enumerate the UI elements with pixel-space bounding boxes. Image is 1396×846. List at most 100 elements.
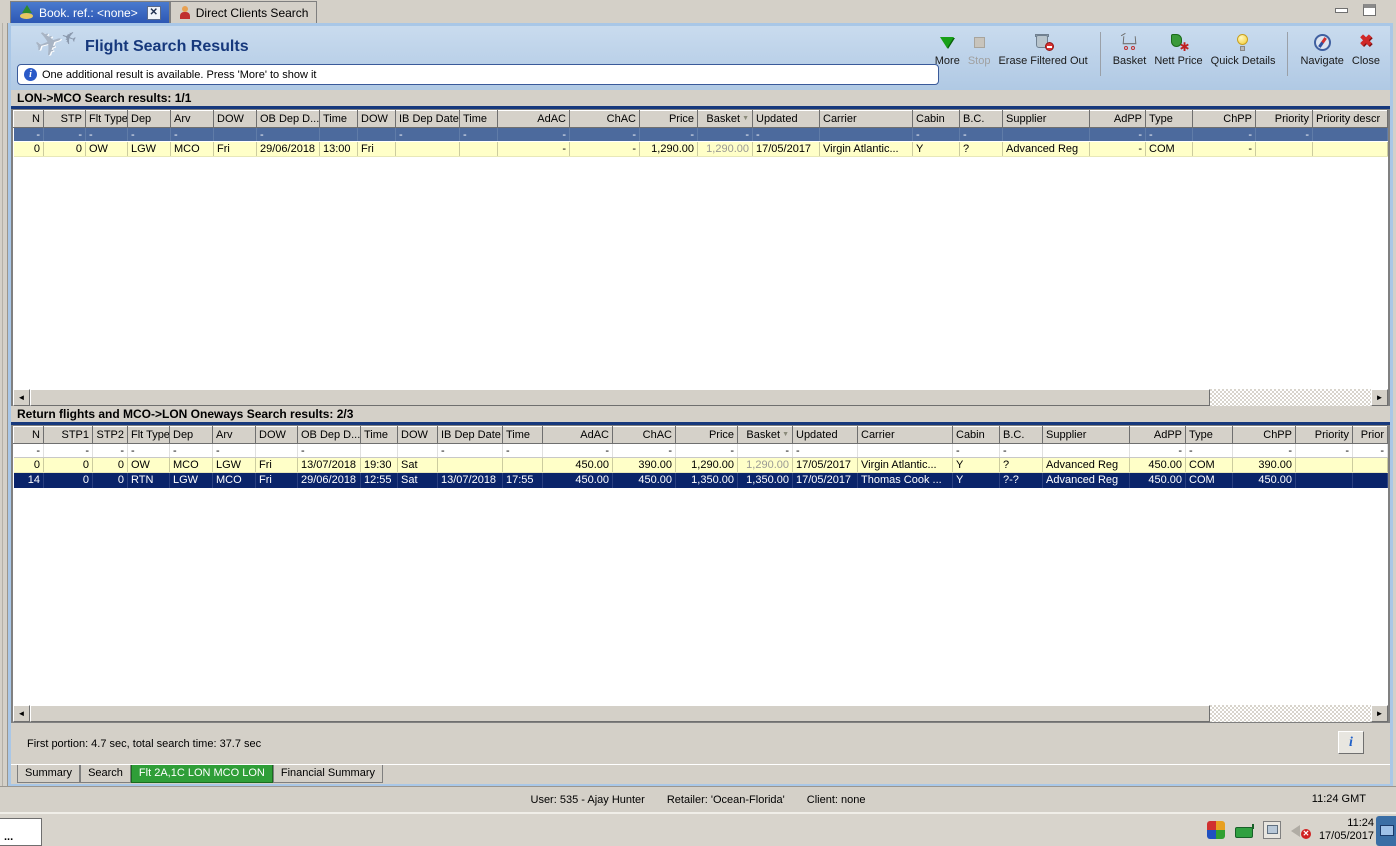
column-header-ob-dep-d-[interactable]: OB Dep D... xyxy=(297,426,361,444)
cell[interactable] xyxy=(213,127,257,142)
cell[interactable]: - xyxy=(792,443,858,458)
cell[interactable]: - xyxy=(1255,127,1313,142)
cell[interactable] xyxy=(395,141,460,157)
cell[interactable]: ? xyxy=(959,141,1003,157)
close-button[interactable]: ✖ Close xyxy=(1348,30,1384,69)
column-header-adac[interactable]: AdAC xyxy=(542,426,613,444)
column-header-stp[interactable]: STP xyxy=(43,110,86,128)
cell[interactable]: - xyxy=(999,443,1043,458)
cell[interactable]: Virgin Atlantic... xyxy=(857,457,953,473)
cell[interactable]: Thomas Cook ... xyxy=(857,472,953,488)
info-button[interactable]: i xyxy=(1338,731,1364,754)
filter-row[interactable]: --------------------- xyxy=(13,443,1388,458)
antivirus-tray-icon[interactable] xyxy=(1206,821,1225,839)
column-header-dep[interactable]: Dep xyxy=(127,110,171,128)
cell[interactable]: ? xyxy=(999,457,1043,473)
cell[interactable] xyxy=(397,443,438,458)
cell[interactable]: 19:30 xyxy=(360,457,398,473)
cell[interactable]: Fri xyxy=(357,141,396,157)
column-header-priority[interactable]: Priority xyxy=(1255,110,1313,128)
maximize-button[interactable] xyxy=(1360,3,1378,17)
taskbar-app-button[interactable]: ... xyxy=(0,818,42,846)
cell[interactable]: 450.00 xyxy=(612,472,676,488)
cell[interactable]: - xyxy=(437,443,503,458)
navigate-button[interactable]: Navigate xyxy=(1296,30,1347,69)
cell[interactable]: Advanced Reg xyxy=(1042,457,1130,473)
cell[interactable]: LGW xyxy=(169,472,213,488)
tab-flight-results-active[interactable]: Flt 2A,1C LON MCO LON xyxy=(130,765,273,783)
column-header-supplier[interactable]: Supplier xyxy=(1042,426,1130,444)
cell[interactable]: 1,290.00 xyxy=(675,457,738,473)
cell[interactable] xyxy=(360,443,398,458)
tab-financial-summary[interactable]: Financial Summary xyxy=(272,765,383,783)
cell[interactable]: 0 xyxy=(92,457,128,473)
cell[interactable] xyxy=(1312,141,1388,157)
cell[interactable] xyxy=(459,141,498,157)
cell[interactable]: 14 xyxy=(13,472,44,488)
cell[interactable]: LGW xyxy=(127,141,171,157)
cell[interactable]: 13/07/2018 xyxy=(437,472,503,488)
column-header-adac[interactable]: AdAC xyxy=(497,110,570,128)
cell[interactable]: 0 xyxy=(13,457,44,473)
cell[interactable]: 29/06/2018 xyxy=(297,472,361,488)
column-header-priority[interactable]: Priority xyxy=(1295,426,1353,444)
column-header-basket[interactable]: Basket ▼ xyxy=(737,426,793,444)
column-header-updated[interactable]: Updated xyxy=(752,110,820,128)
cell[interactable]: - xyxy=(1129,443,1186,458)
cell[interactable]: COM xyxy=(1185,457,1233,473)
scrollbar-thumb[interactable] xyxy=(30,389,1211,406)
cell[interactable]: - xyxy=(169,443,213,458)
stop-button[interactable]: Stop xyxy=(964,30,995,69)
column-header-dep[interactable]: Dep xyxy=(169,426,213,444)
cell[interactable]: - xyxy=(1295,443,1353,458)
tab-booking-ref[interactable]: Book. ref.: <none> ✕ xyxy=(10,1,170,23)
cell[interactable]: 390.00 xyxy=(1232,457,1296,473)
cell[interactable]: - xyxy=(612,443,676,458)
cell[interactable]: - xyxy=(127,127,171,142)
erase-filtered-out-button[interactable]: Erase Filtered Out xyxy=(994,30,1091,69)
cell[interactable]: - xyxy=(752,127,820,142)
cell[interactable]: - xyxy=(639,127,698,142)
column-header-type[interactable]: Type xyxy=(1145,110,1193,128)
cell[interactable]: Advanced Reg xyxy=(1002,141,1090,157)
cell[interactable] xyxy=(1002,127,1090,142)
column-header-flt-type[interactable]: Flt Type xyxy=(85,110,128,128)
cell[interactable]: - xyxy=(569,127,640,142)
cell[interactable]: 390.00 xyxy=(612,457,676,473)
cell[interactable]: 450.00 xyxy=(1232,472,1296,488)
cell[interactable]: Sat xyxy=(397,472,438,488)
cell[interactable]: 17:55 xyxy=(502,472,543,488)
cell[interactable]: MCO xyxy=(169,457,213,473)
outbound-horizontal-scrollbar[interactable]: ◄ ► xyxy=(11,389,1390,406)
scroll-left-icon[interactable]: ◄ xyxy=(13,705,30,722)
column-header-time[interactable]: Time xyxy=(459,110,498,128)
cell[interactable]: - xyxy=(959,127,1003,142)
cell[interactable]: 0 xyxy=(92,472,128,488)
cell[interactable]: - xyxy=(85,127,128,142)
scrollbar-track[interactable] xyxy=(30,705,1371,722)
cell[interactable]: 450.00 xyxy=(1129,457,1186,473)
cell[interactable]: 1,350.00 xyxy=(675,472,738,488)
column-header-carrier[interactable]: Carrier xyxy=(819,110,913,128)
cell[interactable]: 0 xyxy=(43,472,93,488)
cell[interactable]: Sat xyxy=(397,457,438,473)
column-header-updated[interactable]: Updated xyxy=(792,426,858,444)
cell[interactable] xyxy=(502,457,543,473)
cell[interactable] xyxy=(1255,141,1313,157)
cell[interactable] xyxy=(255,443,298,458)
cell[interactable]: - xyxy=(697,127,753,142)
more-button[interactable]: More xyxy=(931,30,964,69)
result-row[interactable]: 0 0 0 OW MCO LGW Fri 13/07/2018 19:30 Sat 450.00 39… xyxy=(13,457,1388,473)
column-header-stp2[interactable]: STP2 xyxy=(92,426,128,444)
cell[interactable]: - xyxy=(1352,443,1388,458)
cell[interactable]: 450.00 xyxy=(1129,472,1186,488)
column-header-b-c-[interactable]: B.C. xyxy=(999,426,1043,444)
column-header-arv[interactable]: Arv xyxy=(212,426,256,444)
cell[interactable]: - xyxy=(737,443,793,458)
cell[interactable]: - xyxy=(459,127,498,142)
cell[interactable]: 1,290.00 xyxy=(697,141,753,157)
cell[interactable] xyxy=(437,457,503,473)
quick-details-button[interactable]: Quick Details xyxy=(1207,30,1280,69)
tab-direct-clients-search[interactable]: Direct Clients Search xyxy=(169,1,318,23)
result-row[interactable]: 0 0 OW LGW MCO Fri 29/06/2018 13:00 Fri - -1,290.0… xyxy=(13,141,1388,157)
